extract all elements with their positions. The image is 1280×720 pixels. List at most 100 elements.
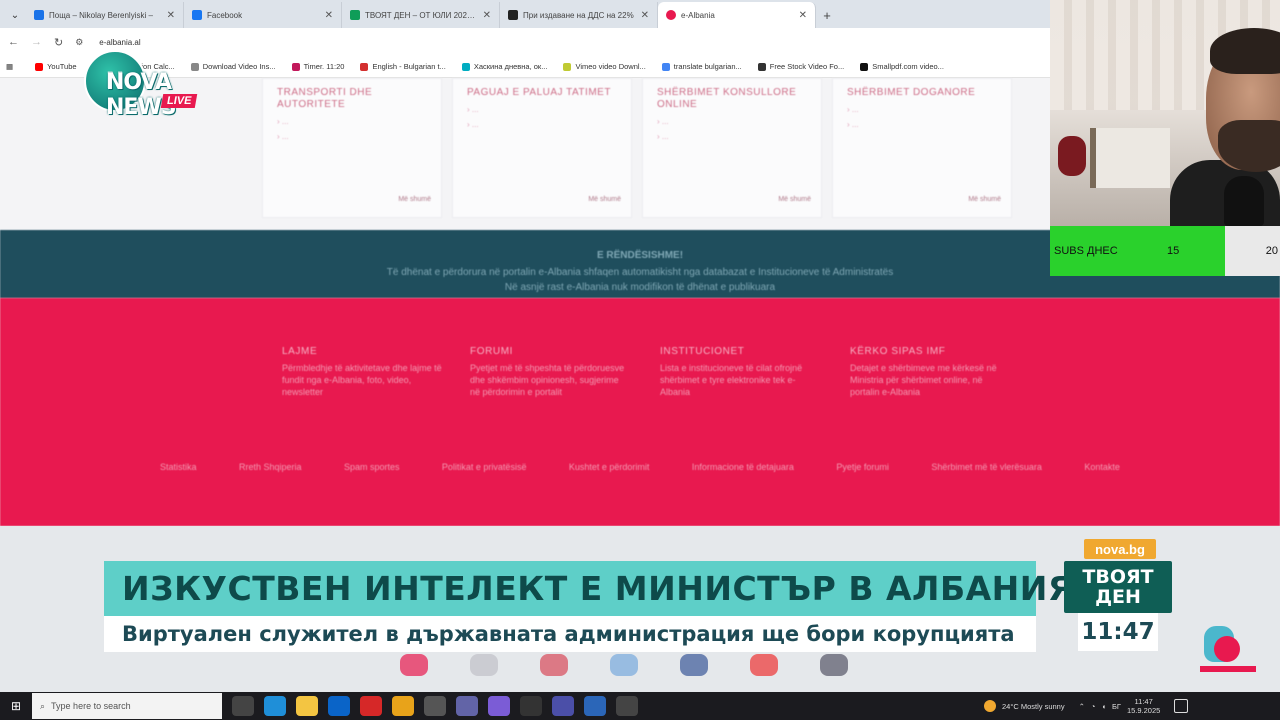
footer-column[interactable]: KËRKO SIPAS IMF Detajet e shërbimeve me … bbox=[850, 346, 1010, 398]
bookmark-item[interactable]: Timer. 11:20 bbox=[284, 62, 353, 71]
browser-tab[interactable]: При издаване на ДДС на 22% ✕ bbox=[500, 2, 658, 28]
card-more-link[interactable]: Më shumë bbox=[588, 196, 621, 203]
task-view-icon[interactable] bbox=[232, 696, 254, 716]
card-link[interactable]: › ... bbox=[277, 117, 427, 126]
footer-link[interactable]: Politikat e privatësisë bbox=[442, 462, 527, 472]
footer-column[interactable]: LAJME Përmbledhje të aktivitetave dhe la… bbox=[282, 346, 442, 398]
windows-start-icon[interactable]: ⊞ bbox=[0, 692, 32, 720]
bookmark-label: translate bulgarian... bbox=[673, 62, 742, 71]
footer-link[interactable]: Informacione të detajuara bbox=[692, 462, 794, 472]
twitter-icon[interactable] bbox=[610, 654, 638, 676]
search-placeholder: Type here to search bbox=[51, 701, 131, 711]
notification-icon[interactable] bbox=[1174, 699, 1189, 713]
service-card[interactable]: SHËRBIMET KONSULLORE ONLINE › ... › ... … bbox=[642, 78, 822, 218]
chrome-icon[interactable] bbox=[392, 696, 414, 716]
reload-icon[interactable]: ↻ bbox=[54, 36, 63, 49]
subheadline-bar: Виртуален служител в държавната админист… bbox=[104, 616, 1036, 652]
app-icon[interactable] bbox=[520, 696, 542, 716]
card-link[interactable]: › ... bbox=[847, 105, 997, 114]
tray-clock[interactable]: 11:47 15.9.2025 bbox=[1127, 697, 1160, 715]
bookmark-item[interactable]: English - Bulgarian t... bbox=[352, 62, 453, 71]
back-arrow-icon[interactable]: ← bbox=[8, 36, 19, 48]
footer-column-title: KËRKO SIPAS IMF bbox=[850, 346, 946, 357]
footer-links: Statistika Rreth Shqiperia Spam sportes … bbox=[160, 462, 1120, 472]
taskbar: ⊞ ⌕ Type here to search 24°C Mostly sunn… bbox=[0, 692, 1280, 720]
subs-label: SUBS ДНЕС bbox=[1054, 245, 1118, 257]
footer-link[interactable]: Rreth Shqiperia bbox=[239, 462, 302, 472]
tab-title: ТВОЯТ ДЕН – ОТ ЮЛИ 2025 – bbox=[365, 10, 478, 20]
weather-text[interactable]: 24°C Mostly sunny bbox=[1002, 702, 1065, 711]
footer-column[interactable]: INSTITUCIONET Lista e institucioneve të … bbox=[660, 346, 820, 398]
browser-tab[interactable]: ТВОЯТ ДЕН – ОТ ЮЛИ 2025 – ✕ bbox=[342, 2, 500, 28]
app-icon[interactable] bbox=[540, 654, 568, 676]
footer-link[interactable]: Kushtet e përdorimit bbox=[569, 462, 650, 472]
app-icon[interactable] bbox=[616, 696, 638, 716]
card-link[interactable]: › ... bbox=[657, 132, 807, 141]
instagram-icon[interactable] bbox=[400, 654, 428, 676]
footer-link[interactable]: Pyetje forumi bbox=[836, 462, 889, 472]
network-icon[interactable]: ◔ bbox=[1091, 702, 1096, 711]
close-tab-icon[interactable]: ✕ bbox=[641, 10, 649, 21]
close-tab-icon[interactable]: ✕ bbox=[483, 10, 491, 21]
tray-chevron-icon[interactable]: ⌃ bbox=[1079, 702, 1085, 711]
bookmark-favicon-icon bbox=[563, 62, 572, 71]
webcam-feed bbox=[1050, 0, 1280, 226]
card-more-link[interactable]: Më shumë bbox=[968, 196, 1001, 203]
bookmark-label: Smallpdf.com video... bbox=[872, 62, 944, 71]
volume-icon[interactable]: ◖ bbox=[1101, 702, 1106, 711]
app-icon[interactable] bbox=[424, 696, 446, 716]
browser-tab-active[interactable]: e-Albania ✕ bbox=[658, 2, 816, 28]
edge-icon[interactable] bbox=[264, 696, 286, 716]
viber-icon[interactable] bbox=[488, 696, 510, 716]
teams-icon[interactable] bbox=[456, 696, 478, 716]
e-albania-icon bbox=[666, 10, 676, 20]
footer-column[interactable]: FORUMI Pyetjet më të shpeshta të përdoru… bbox=[470, 346, 630, 398]
url-field[interactable]: e-albania.al bbox=[99, 38, 140, 47]
show-name-line2: ДЕН bbox=[1095, 586, 1141, 608]
app-icon[interactable] bbox=[552, 696, 574, 716]
service-card[interactable]: TRANSPORTI DHE AUTORITETE › ... › ... Më… bbox=[262, 78, 442, 218]
site-info-icon[interactable]: ⚙ bbox=[75, 37, 83, 48]
card-link[interactable]: › ... bbox=[847, 120, 997, 129]
bookmark-item[interactable]: translate bulgarian... bbox=[654, 62, 750, 71]
footer-link[interactable]: Spam sportes bbox=[344, 462, 400, 472]
outlook-icon[interactable] bbox=[328, 696, 350, 716]
file-explorer-icon[interactable] bbox=[296, 696, 318, 716]
instagram-icon[interactable] bbox=[820, 654, 848, 676]
card-link[interactable]: › ... bbox=[467, 120, 617, 129]
card-link[interactable]: › ... bbox=[657, 117, 807, 126]
footer-link[interactable]: Kontakte bbox=[1084, 462, 1120, 472]
close-tab-icon[interactable]: ✕ bbox=[799, 10, 807, 21]
bookmark-label: English - Bulgarian t... bbox=[372, 62, 446, 71]
notion-icon bbox=[508, 10, 518, 20]
browser-tab[interactable]: Поща – Nikolay Berenlyiski – ✕ bbox=[26, 2, 184, 28]
card-more-link[interactable]: Më shumë bbox=[398, 196, 431, 203]
close-tab-icon[interactable]: ✕ bbox=[167, 10, 175, 21]
bookmark-item[interactable]: Хаскина дневна, ок... bbox=[454, 62, 556, 71]
bookmark-item[interactable]: YouTube bbox=[27, 62, 84, 71]
footer-link[interactable]: Shërbimet më të vlerësuara bbox=[931, 462, 1042, 472]
filezilla-icon[interactable] bbox=[360, 696, 382, 716]
tray-language[interactable]: БГ bbox=[1112, 702, 1121, 711]
forward-arrow-icon[interactable]: → bbox=[31, 36, 42, 48]
app-icon[interactable] bbox=[584, 696, 606, 716]
bookmark-item[interactable]: Smallpdf.com video... bbox=[852, 62, 952, 71]
new-tab-button[interactable]: + bbox=[816, 2, 838, 28]
card-more-link[interactable]: Më shumë bbox=[778, 196, 811, 203]
bookmark-item[interactable]: Vimeo video Downl... bbox=[555, 62, 653, 71]
apps-grid-icon[interactable]: ▦ bbox=[6, 62, 27, 71]
footer-link[interactable]: Statistika bbox=[160, 462, 197, 472]
headline-bar: ИЗКУСТВЕН ИНТЕЛЕКТ Е МИНИСТЪР В АЛБАНИЯ bbox=[104, 561, 1073, 616]
tab-list-chevron-icon[interactable]: ⌄ bbox=[4, 2, 26, 28]
bookmark-item[interactable]: Free Stock Video Fo... bbox=[750, 62, 852, 71]
taskbar-search[interactable]: ⌕ Type here to search bbox=[32, 693, 222, 719]
browser-tab[interactable]: Facebook ✕ bbox=[184, 2, 342, 28]
facebook-icon[interactable] bbox=[680, 654, 708, 676]
card-link[interactable]: › ... bbox=[467, 105, 617, 114]
share-icon[interactable] bbox=[470, 654, 498, 676]
youtube-icon[interactable] bbox=[750, 654, 778, 676]
service-card[interactable]: PAGUAJ E PALUAJ TATIMET › ... › ... Më s… bbox=[452, 78, 632, 218]
card-link[interactable]: › ... bbox=[277, 132, 427, 141]
close-tab-icon[interactable]: ✕ bbox=[325, 10, 333, 21]
service-card[interactable]: SHËRBIMET DOGANORE › ... › ... Më shumë bbox=[832, 78, 1012, 218]
